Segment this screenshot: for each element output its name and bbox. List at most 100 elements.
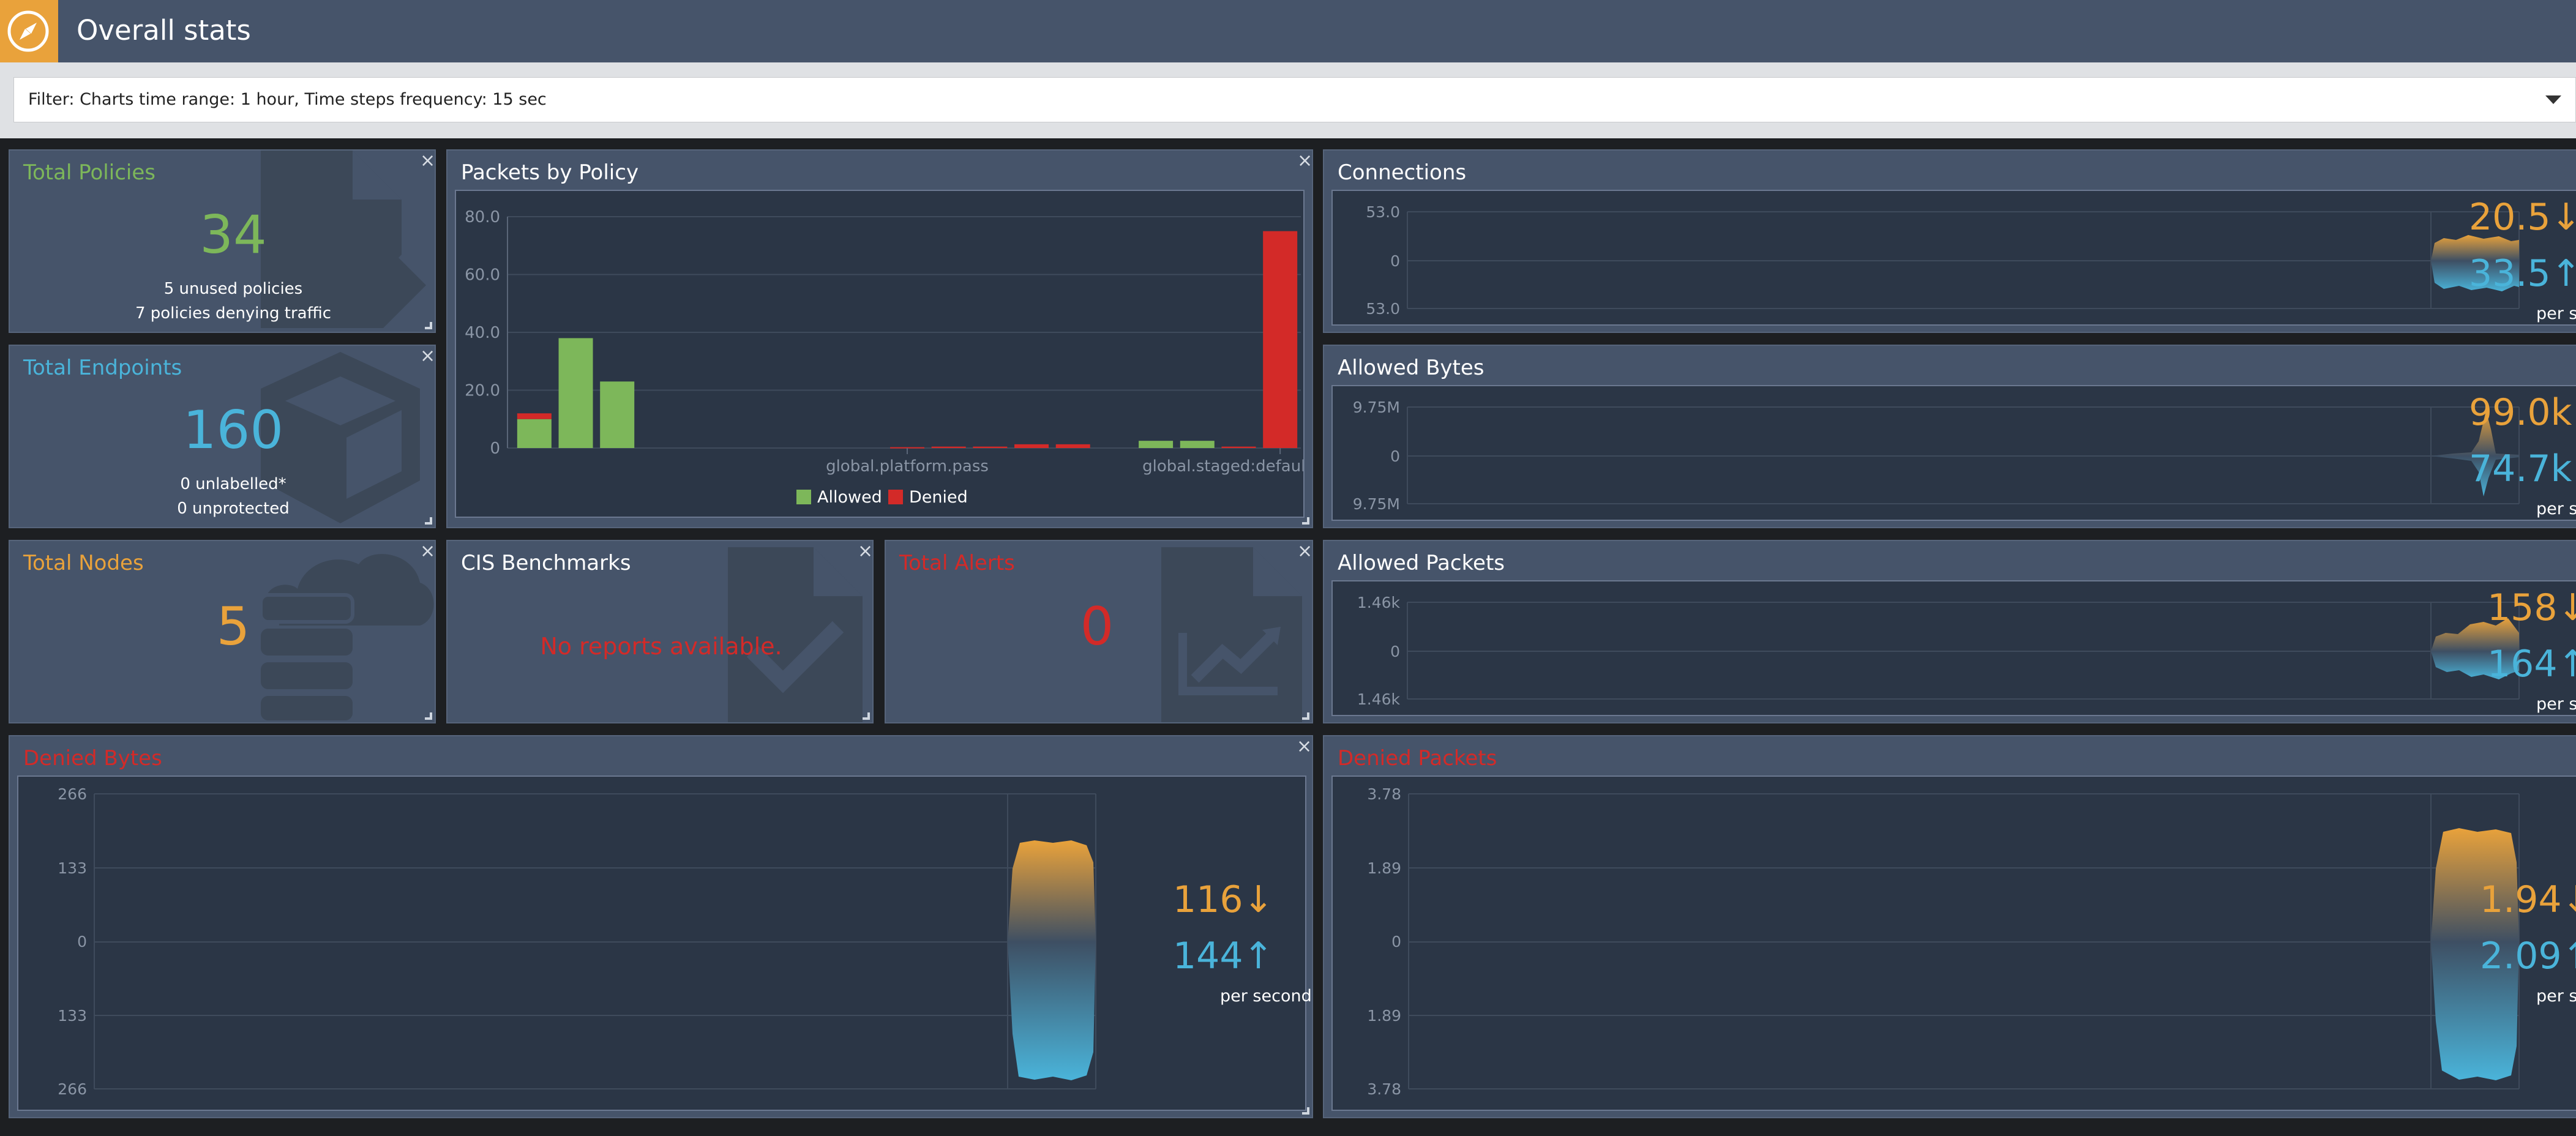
y-tick-label: 60.0 — [465, 266, 500, 285]
per-second-label: per se — [2536, 695, 2576, 714]
bar-allowed — [558, 338, 593, 448]
bar-denied — [1221, 446, 1256, 448]
resize-handle[interactable] — [863, 712, 870, 720]
x-tick-label: global.staged:default.default-deny — [1142, 457, 1303, 476]
denied-bytes-chart-area: 266 133 0 133 266 — [17, 775, 1306, 1111]
panel-title: CIS Benchmarks — [461, 551, 631, 575]
close-icon[interactable]: × — [420, 347, 435, 365]
connections-chart-area: 53.0 0 53.0 — [1331, 190, 2576, 326]
panel-title: Allowed Bytes — [1338, 356, 1485, 380]
legend-swatch-denied — [888, 490, 903, 504]
panel-title: Allowed Packets — [1338, 551, 1505, 575]
y-tick-label: 40.0 — [465, 324, 500, 342]
resize-handle[interactable] — [1302, 517, 1309, 525]
panel-title: Connections — [1338, 160, 1467, 185]
bar-denied — [1014, 444, 1049, 448]
legend-swatch-allowed — [796, 490, 811, 504]
bar-denied — [517, 413, 552, 419]
panel-title: Total Policies — [23, 160, 155, 185]
panel-title: Total Nodes — [23, 551, 144, 575]
y-tick-label: 80.0 — [465, 208, 500, 226]
bar-denied — [973, 446, 1008, 448]
unused-policies-text: 5 unused policies — [163, 280, 303, 298]
packets-by-policy-panel: Packets by Policy × 0 20.0 40.0 60.0 80.0 glo… — [446, 149, 1313, 528]
allowed-packets-down-rate: 158↓ — [2487, 586, 2576, 629]
per-second-label: per second — [1220, 987, 1312, 1006]
legend-label-allowed: Allowed — [817, 488, 882, 507]
total-endpoints-value: 160 — [182, 400, 284, 461]
unlabelled-text: 0 unlabelled* — [180, 475, 286, 493]
bar-denied — [931, 446, 966, 448]
x-tick-label: global.platform.pass — [826, 457, 989, 476]
filter-label: Filter: Charts time range: 1 hour, Time … — [28, 90, 547, 109]
allowed-bytes-panel: Allowed Bytes 9.75M 0 9.75M 99.0k↓ 74.7k… — [1323, 345, 2576, 528]
resize-handle[interactable] — [425, 322, 432, 329]
bar-allowed — [517, 419, 552, 448]
connections-up-rate: 33.5↑ — [2469, 252, 2576, 295]
denied-packets-up-rate: 2.09↑ — [2480, 935, 2576, 977]
close-icon[interactable]: × — [1297, 738, 1312, 756]
packets-by-policy-chart: 0 20.0 40.0 60.0 80.0 global.platform.pass glo… — [465, 208, 1312, 507]
cis-benchmarks-panel: CIS Benchmarks × No reports available. — [446, 540, 874, 723]
close-icon[interactable]: × — [1297, 152, 1312, 170]
total-policies-panel: Total Policies × 34 5 unused policies 7 … — [9, 149, 436, 333]
denied-packets-chart-area: 3.78 1.89 0 1.89 3.78 — [1331, 775, 2576, 1111]
resize-handle[interactable] — [1302, 1107, 1309, 1115]
total-policies-value: 34 — [200, 204, 267, 266]
total-nodes-value: 5 — [216, 596, 250, 657]
unprotected-text: 0 unprotected — [177, 499, 290, 518]
page-title: Overall stats — [77, 14, 251, 47]
allowed-bytes-down-rate: 99.0k↓ — [2469, 391, 2576, 434]
per-second-label: per se — [2536, 987, 2576, 1006]
close-icon[interactable]: × — [420, 542, 435, 561]
denied-bytes-panel: Denied Bytes × 266 133 0 133 266 116↓ 14… — [9, 735, 1313, 1118]
bar-allowed — [600, 381, 635, 448]
denying-policies-text: 7 policies denying traffic — [135, 304, 332, 323]
denied-bytes-down-rate: 116↓ — [1173, 878, 1274, 921]
y-tick-label: 20.0 — [465, 382, 500, 400]
total-nodes-panel: Total Nodes × 5 — [9, 540, 436, 723]
resize-handle[interactable] — [425, 712, 432, 720]
total-alerts-panel: Total Alerts × 0 — [885, 540, 1313, 723]
bar-allowed — [1180, 441, 1215, 448]
total-alerts-value: 0 — [1080, 596, 1114, 657]
connections-sparkline — [1407, 211, 2520, 309]
per-second-label: per se — [2536, 499, 2576, 518]
allowed-packets-chart-area: 1.46k 0 1.46k — [1331, 580, 2576, 716]
compass-icon — [7, 10, 49, 52]
close-icon[interactable]: × — [1297, 542, 1312, 561]
allowed-packets-panel: Allowed Packets 1.46k 0 1.46k 158↓ 164↑ … — [1323, 540, 2576, 723]
connections-panel: Connections 53.0 0 53.0 20.5↓ 33.5↑ per … — [1323, 149, 2576, 333]
bar-denied — [1055, 444, 1090, 448]
packets-chart-area: 0 20.0 40.0 60.0 80.0 global.platform.pass glo… — [455, 190, 1312, 518]
allowed-packets-up-rate: 164↑ — [2487, 643, 2576, 686]
bar-allowed — [1139, 441, 1174, 448]
total-endpoints-panel: Total Endpoints × 160 0 unlabelled* 0 un… — [9, 345, 436, 528]
denied-packets-panel: Denied Packets 3.78 1.89 0 1.89 3.78 1.9… — [1323, 735, 2576, 1118]
resize-handle[interactable] — [1302, 712, 1309, 720]
panel-title: Denied Packets — [1338, 746, 1497, 771]
allowed-bytes-up-rate: 74.7k↑ — [2469, 447, 2576, 490]
chevron-down-icon[interactable] — [2545, 95, 2561, 104]
connections-down-rate: 20.5↓ — [2469, 196, 2576, 239]
no-reports-message: No reports available. — [540, 633, 782, 660]
allowed-bytes-chart-area: 9.75M 0 9.75M — [1331, 385, 2576, 521]
denied-bytes-sparkline — [94, 793, 1096, 1089]
header-bar — [0, 0, 2576, 62]
panel-title: Total Endpoints — [23, 356, 182, 380]
logo[interactable] — [0, 0, 58, 62]
legend-label-denied: Denied — [909, 488, 968, 507]
denied-bytes-up-rate: 144↑ — [1173, 935, 1274, 977]
y-tick-label: 0 — [490, 439, 500, 458]
resize-handle[interactable] — [425, 517, 432, 525]
denied-packets-sparkline — [1408, 793, 2520, 1089]
panel-title: Packets by Policy — [461, 160, 639, 185]
bar-denied — [1263, 231, 1298, 448]
per-second-label: per second — [2536, 304, 2576, 323]
close-icon[interactable]: × — [858, 542, 872, 561]
allowed-bytes-sparkline — [1407, 406, 2520, 504]
panel-title: Denied Bytes — [23, 746, 162, 771]
close-icon[interactable]: × — [420, 152, 435, 170]
allowed-packets-sparkline — [1407, 602, 2520, 700]
panel-title: Total Alerts — [899, 551, 1015, 575]
